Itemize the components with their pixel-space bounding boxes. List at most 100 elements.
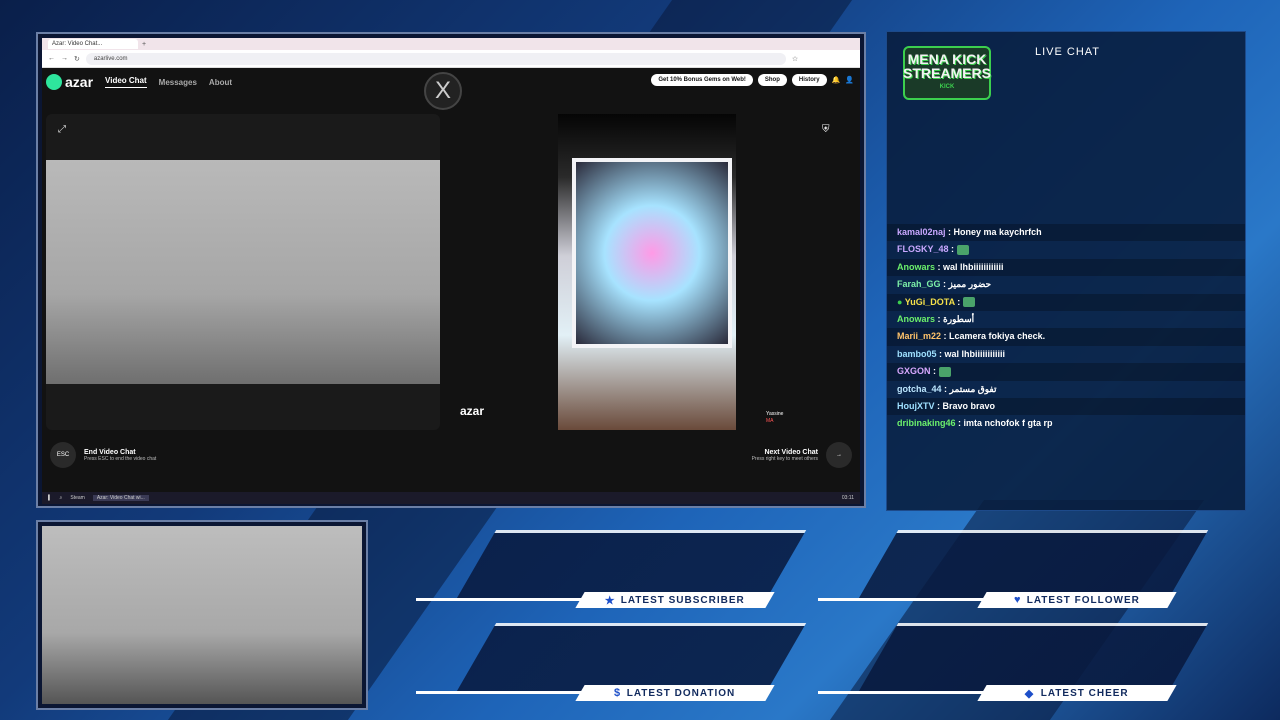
chat-controls: ESC End Video Chat Press ESC to end the … (42, 440, 860, 470)
star-icon: ★ (604, 594, 616, 607)
chat-username[interactable]: HoujXTV (897, 401, 935, 411)
webcam-image (46, 160, 440, 384)
banner-label: ★ LATEST SUBSCRIBER (575, 592, 775, 608)
search-icon[interactable]: ⌕ (60, 495, 63, 501)
new-tab-icon[interactable]: + (142, 41, 146, 48)
promo-button[interactable]: Get 10% Bonus Gems on Web! (651, 74, 753, 86)
chat-message: Marii_m22 : Lcamera fokiya check. (887, 328, 1245, 346)
end-chat-sub: Press ESC to end the video chat (84, 455, 157, 462)
chat-username[interactable]: Anowars (897, 314, 935, 324)
star-icon[interactable]: ☆ (792, 55, 798, 63)
url-field[interactable]: azarlive.com (85, 52, 786, 65)
chat-username[interactable]: Marii_m22 (897, 331, 941, 341)
chat-message: GXGON : (887, 363, 1245, 381)
azar-logo-text: azar (65, 74, 94, 90)
facecam-frame (36, 520, 368, 710)
history-button[interactable]: History (791, 74, 827, 86)
banner-label: ◆ LATEST CHEER (977, 685, 1177, 701)
live-chat-title: LIVE CHAT (1035, 46, 1101, 58)
browser-tab[interactable]: Azar: Video Chat... (48, 39, 138, 49)
start-icon[interactable]: ▌ (48, 495, 52, 501)
banner-label: $ LATEST DONATION (575, 685, 775, 701)
chat-separator: : (930, 366, 939, 377)
azar-watermark: azar (460, 404, 485, 418)
profile-icon[interactable]: 👤 (845, 76, 854, 84)
logo-line-2: STREAMERS (903, 65, 991, 81)
next-chat-control[interactable]: Next Video Chat Press right key to meet … (752, 440, 852, 470)
expand-icon[interactable]: ⤢ (58, 124, 66, 135)
back-icon[interactable]: ← (48, 55, 55, 62)
taskbar: ▌ ⌕ Steam Azar: Video Chat wi... 03:11 (42, 492, 860, 504)
logo-sub: KICK (939, 84, 955, 90)
taskbar-steam[interactable]: Steam (70, 495, 84, 501)
next-chat-sub: Press right key to meet others (751, 455, 818, 462)
report-shield-icon[interactable]: ⛨ (822, 124, 830, 135)
chat-message: bambo05 : wal lhbiiiiiiiiiiii (887, 346, 1245, 363)
browser-window: Azar: Video Chat... + ← → ↻ azarlive.com… (42, 38, 860, 504)
mena-kick-logo: MENA KICK STREAMERS KICK (903, 46, 991, 100)
next-arrow-icon[interactable]: → (826, 442, 852, 468)
chat-username[interactable]: Anowars (897, 262, 935, 272)
end-chat-control[interactable]: ESC End Video Chat Press ESC to end the … (50, 440, 156, 470)
chat-username[interactable]: bambo05 (897, 349, 937, 359)
forward-icon[interactable]: → (61, 55, 68, 62)
chat-text: Bravo bravo (942, 400, 996, 411)
azar-logo-icon (46, 74, 62, 90)
chat-username[interactable]: Farah_GG (897, 279, 941, 289)
taskbar-active-app[interactable]: Azar: Video Chat wi... (92, 495, 149, 501)
browser-capture-frame: Azar: Video Chat... + ← → ↻ azarlive.com… (36, 32, 866, 508)
chat-separator: : (941, 331, 950, 342)
chat-message: dribinaking46 : imta nchofok f gta rp (887, 415, 1245, 432)
chat-message: Farah_GG : حضور مميز (887, 276, 1245, 293)
latest-subscriber-label: LATEST SUBSCRIBER (621, 594, 746, 606)
chat-separator: : (955, 418, 964, 429)
chat-username[interactable]: dribinaking46 (897, 418, 956, 428)
chat-message: kamal02naj : Honey ma kaychrfch (887, 224, 1245, 242)
chat-text: wal lhbiiiiiiiiiiii (943, 261, 1004, 272)
diamond-icon: ◆ (1025, 687, 1035, 700)
nav-video-chat[interactable]: Video Chat (105, 76, 147, 88)
latest-cheer-banner: ◆ LATEST CHEER (818, 623, 1209, 701)
chat-username[interactable]: GXGON (897, 366, 931, 376)
chat-text: Honey ma kaychrfch (953, 227, 1042, 237)
emote-icon (938, 366, 951, 377)
chat-message: Anowars : أسطورة (887, 311, 1245, 328)
verified-badge-icon: ● (897, 296, 905, 307)
chat-message: gotcha_44 : تفوق مستمر (887, 381, 1245, 398)
partner-country: MA (766, 418, 774, 424)
chat-username[interactable]: gotcha_44 (897, 384, 942, 394)
chat-text: wal lhbiiiiiiiiiiii (944, 348, 1006, 359)
emote-icon (962, 297, 975, 308)
taskbar-clock: 03:11 (841, 495, 854, 501)
chat-separator: : (935, 313, 944, 324)
my-video: ⤢ (46, 114, 440, 430)
latest-follower-banner: ♥ LATEST FOLLOWER (818, 530, 1209, 608)
shop-button[interactable]: Shop (757, 74, 787, 86)
pc-case-image (572, 158, 732, 348)
partner-video (558, 114, 736, 430)
chat-separator: : (934, 400, 943, 411)
bell-icon[interactable]: 🔔 (832, 76, 841, 84)
chat-message-list: kamal02naj : Honey ma kaychrfch FLOSKY_48… (887, 224, 1245, 433)
end-chat-title: End Video Chat (84, 448, 136, 456)
latest-follower-label: LATEST FOLLOWER (1027, 594, 1141, 606)
partner-name: Yassine (766, 411, 784, 417)
heart-icon: ♥ (1013, 594, 1022, 606)
chat-username[interactable]: FLOSKY_48 (897, 244, 949, 254)
address-bar: ← → ↻ azarlive.com ☆ (42, 50, 860, 68)
reload-icon[interactable]: ↻ (74, 55, 80, 63)
facecam-image (42, 526, 362, 704)
latest-subscriber-banner: ★ LATEST SUBSCRIBER (416, 530, 807, 608)
nav-messages[interactable]: Messages (159, 78, 197, 87)
logo-line-1: MENA KICK (907, 51, 987, 67)
chat-username[interactable]: kamal02naj (897, 227, 946, 237)
azar-logo[interactable]: azar (46, 74, 93, 90)
esc-key[interactable]: ESC (50, 442, 76, 468)
chat-username[interactable]: YuGi_DOTA (905, 297, 955, 307)
chat-message: ● YuGi_DOTA : (887, 293, 1245, 311)
next-chat-title: Next Video Chat (764, 448, 818, 456)
banner-label: ♥ LATEST FOLLOWER (977, 592, 1177, 608)
x-logo-text: X (434, 77, 451, 104)
banner-panel (857, 530, 1209, 600)
nav-about[interactable]: About (209, 78, 232, 87)
